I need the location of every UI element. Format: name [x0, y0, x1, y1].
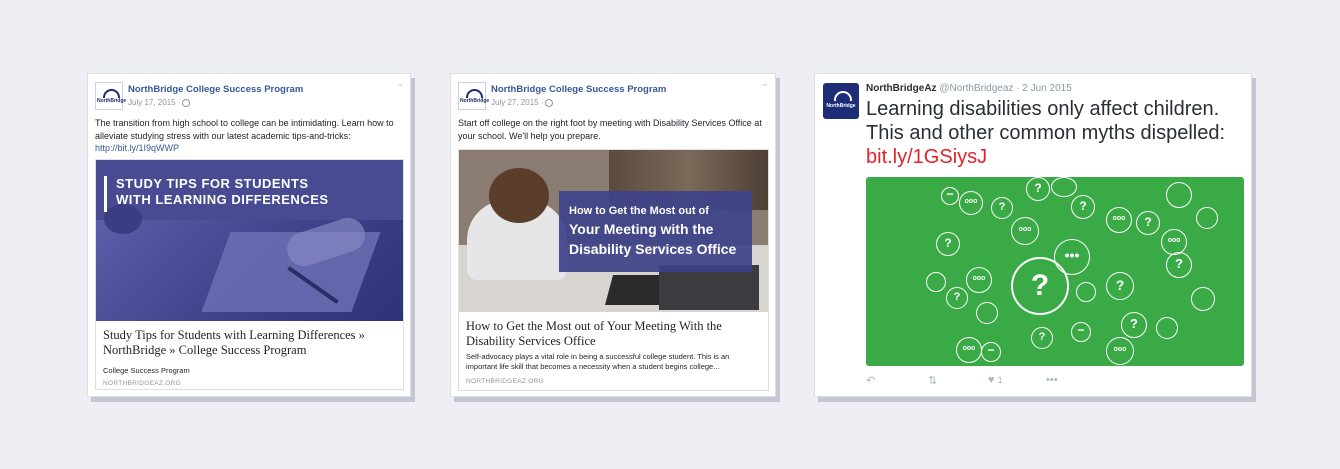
like-button[interactable]: ♥ 1	[988, 374, 1003, 386]
student-hair-shape	[489, 168, 549, 223]
page-name-link[interactable]: NorthBridge College Success Program	[491, 84, 666, 95]
link-image-meeting: How to Get the Most out of Your Meeting …	[459, 150, 768, 312]
post-date-text: July 27, 2015 ·	[491, 98, 544, 107]
tweet-link[interactable]: bit.ly/1GSiysJ	[866, 146, 987, 168]
ellipsis-bubble-icon: ooo	[1106, 337, 1134, 365]
tweet-image[interactable]: ? ••• ? ? ? ? ? ? ? ? ? ? ooo ooo ooo oo…	[866, 177, 1244, 366]
post-link[interactable]: http://bit.ly/1I9qWWP	[95, 143, 179, 153]
avatar-arc-icon	[834, 91, 852, 101]
ellipsis-bubble-icon: •••	[981, 342, 1001, 362]
question-bubble-icon: ?	[936, 232, 960, 256]
empty-bubble-icon	[1166, 182, 1192, 208]
link-subtitle: College Success Program	[103, 366, 190, 375]
empty-bubble-icon	[1191, 287, 1215, 311]
post-text: Start off college on the right foot by m…	[458, 118, 762, 141]
ellipsis-bubble-icon: •••	[1054, 239, 1090, 275]
plant-shape	[104, 204, 142, 234]
tweet-body: Learning disabilities only affect childr…	[866, 98, 1226, 144]
question-bubble-icon: ?	[1121, 312, 1147, 338]
facebook-post-disability-office: NorthBridge NorthBridge College Success …	[450, 73, 776, 397]
image-title-line1: STUDY TIPS FOR STUDENTS	[116, 176, 309, 191]
empty-bubble-icon	[1051, 177, 1077, 197]
avatar[interactable]: NorthBridge	[823, 83, 859, 119]
page-name-link[interactable]: NorthBridge College Success Program	[128, 84, 303, 95]
question-bubble-icon: ?	[1136, 211, 1160, 235]
reply-icon[interactable]: ↶	[866, 374, 875, 387]
more-icon[interactable]: •••	[1046, 374, 1058, 386]
facebook-post-study-tips: NorthBridge NorthBridge College Success …	[87, 73, 411, 397]
question-bubble-icon: ?	[1071, 195, 1095, 219]
ellipsis-bubble-icon: •••	[941, 187, 959, 205]
chevron-down-icon[interactable]: ⌄	[761, 78, 769, 89]
link-description: Self-advocacy plays a vital role in bein…	[466, 352, 730, 371]
question-bubble-icon: ?	[1106, 272, 1134, 300]
retweet-icon[interactable]: ⇅	[928, 374, 937, 387]
tweet-actions: ↶ ⇅ ♥ 1 •••	[866, 374, 1166, 390]
link-preview[interactable]: How to Get the Most out of Your Meeting …	[458, 149, 769, 391]
ellipsis-bubble-icon: ooo	[959, 191, 983, 215]
post-body: The transition from high school to colle…	[95, 118, 394, 141]
post-text: The transition from high school to colle…	[95, 117, 405, 155]
empty-bubble-icon	[1076, 282, 1096, 302]
tweet-text: Learning disabilities only affect childr…	[866, 97, 1246, 169]
post-date-text: July 17, 2015 ·	[128, 98, 181, 107]
logo-text: NorthBridge	[97, 98, 127, 104]
ellipsis-bubble-icon: ooo	[1011, 217, 1039, 245]
logo-arc-icon	[103, 89, 120, 98]
link-title: Study Tips for Students with Learning Di…	[103, 328, 365, 357]
link-title: How to Get the Most out of Your Meeting …	[466, 319, 722, 348]
question-bubble-icon: ?	[991, 197, 1013, 219]
avatar-text: NorthBridge	[826, 103, 856, 109]
tweet-card: NorthBridge NorthBridgeAz @NorthBridgeaz…	[814, 73, 1252, 397]
ellipsis-bubble-icon: ooo	[1106, 207, 1132, 233]
tweet-name: NorthBridgeAz	[866, 83, 937, 94]
post-date[interactable]: July 27, 2015 ·	[491, 98, 554, 107]
globe-icon	[182, 98, 191, 107]
globe-icon	[545, 98, 554, 107]
link-domain: NORTHBRIDGEAZ.ORG	[103, 380, 181, 387]
empty-bubble-icon	[976, 302, 998, 324]
question-bubble-icon: ?	[1031, 327, 1053, 349]
page-logo[interactable]: NorthBridge	[95, 82, 127, 110]
ellipsis-bubble-icon: ooo	[966, 267, 992, 293]
question-bubble-icon: ?	[1026, 177, 1050, 201]
link-image-study-tips: STUDY TIPS FOR STUDENTS WITH LEARNING DI…	[96, 160, 403, 321]
banner-line2: Your Meeting with the	[569, 221, 714, 237]
like-count: 1	[997, 375, 1003, 385]
question-bubble-icon: ?	[1166, 252, 1192, 278]
empty-bubble-icon	[1196, 207, 1218, 229]
title-bar-accent	[104, 176, 107, 212]
empty-bubble-icon	[1156, 317, 1178, 339]
ellipsis-bubble-icon: •••	[1071, 322, 1091, 342]
banner-line3: Disability Services Office	[569, 241, 737, 257]
ellipsis-bubble-icon: ooo	[1161, 229, 1187, 255]
banner-line1: How to Get the Most out of	[569, 205, 709, 217]
question-bubble-icon: ?	[946, 287, 968, 309]
image-banner: How to Get the Most out of Your Meeting …	[559, 191, 752, 272]
tweet-author[interactable]: NorthBridgeAz @NorthBridgeaz · 2 Jun 201…	[866, 83, 1072, 94]
logo-text: NorthBridge	[460, 98, 490, 104]
chevron-down-icon[interactable]: ⌄	[396, 78, 404, 89]
image-title-line2: WITH LEARNING DIFFERENCES	[116, 192, 329, 207]
link-domain: NORTHBRIDGEAZ.ORG	[466, 378, 544, 385]
empty-bubble-icon	[926, 272, 946, 292]
post-header: NorthBridge NorthBridge College Success …	[458, 82, 758, 110]
post-date[interactable]: July 17, 2015 ·	[128, 98, 191, 107]
tweet-handle: @NorthBridgeaz · 2 Jun 2015	[939, 83, 1072, 94]
heart-icon: ♥	[988, 374, 995, 386]
page-logo[interactable]: NorthBridge	[458, 82, 490, 110]
logo-arc-icon	[466, 89, 483, 98]
ellipsis-bubble-icon: ooo	[956, 337, 982, 363]
link-preview[interactable]: STUDY TIPS FOR STUDENTS WITH LEARNING DI…	[95, 159, 404, 390]
post-header: NorthBridge NorthBridge College Success …	[95, 82, 395, 110]
